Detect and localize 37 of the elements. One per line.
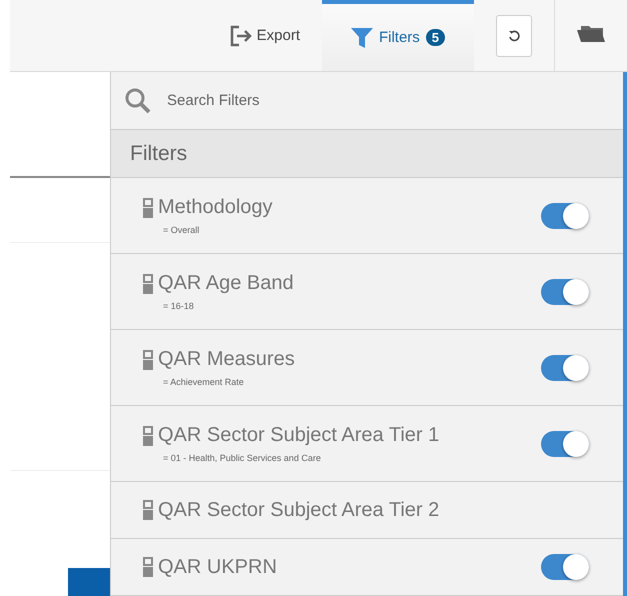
filter-row[interactable]: Methodology = Overall [111, 178, 623, 254]
toggle-switch[interactable] [541, 430, 589, 456]
filter-item-icon [143, 500, 153, 520]
toggle-switch[interactable] [541, 354, 589, 380]
filter-item-icon [143, 198, 153, 218]
panel-title: Filters [111, 130, 623, 178]
filter-item-icon [143, 350, 153, 370]
funnel-icon [350, 28, 373, 48]
filter-row[interactable]: QAR Measures = Achievement Rate [111, 330, 623, 406]
filter-row[interactable]: QAR UKPRN [111, 539, 623, 596]
filter-row[interactable]: QAR Sector Subject Area Tier 2 [111, 482, 623, 539]
toggle-switch[interactable] [541, 202, 589, 228]
filter-name: QAR Sector Subject Area Tier 2 [158, 498, 440, 522]
filter-item-icon [143, 557, 153, 577]
reset-button[interactable] [496, 14, 532, 56]
filter-item-icon [143, 426, 153, 446]
filter-item-icon [143, 274, 153, 294]
filters-tab[interactable]: Filters 5 [322, 0, 474, 71]
filter-value: = Overall [162, 225, 200, 235]
search-icon [125, 88, 151, 114]
filter-count-badge: 5 [426, 29, 446, 46]
filter-name: QAR Age Band [158, 272, 294, 295]
toggle-switch[interactable] [541, 278, 589, 304]
toggle-switch[interactable] [541, 554, 589, 580]
reset-icon [508, 30, 520, 42]
filter-row[interactable]: QAR Sector Subject Area Tier 1 = 01 - Health, Public Services and Care [111, 406, 623, 482]
filter-value: = Achievement Rate [162, 377, 245, 387]
filter-name: QAR Sector Subject Area Tier 1 [158, 424, 440, 447]
search-field[interactable]: Search Filters [165, 91, 623, 110]
filter-name: Methodology [158, 196, 273, 219]
filter-row[interactable]: QAR Age Band = 16-18 [111, 254, 623, 330]
filter-name: QAR Measures [158, 348, 295, 371]
export-button[interactable]: Export [228, 0, 322, 71]
content-block [68, 568, 110, 596]
filter-value: = 01 - Health, Public Services and Care [162, 453, 322, 463]
filter-name: QAR UKPRN [158, 556, 277, 578]
filter-value: = 16-18 [162, 301, 195, 311]
